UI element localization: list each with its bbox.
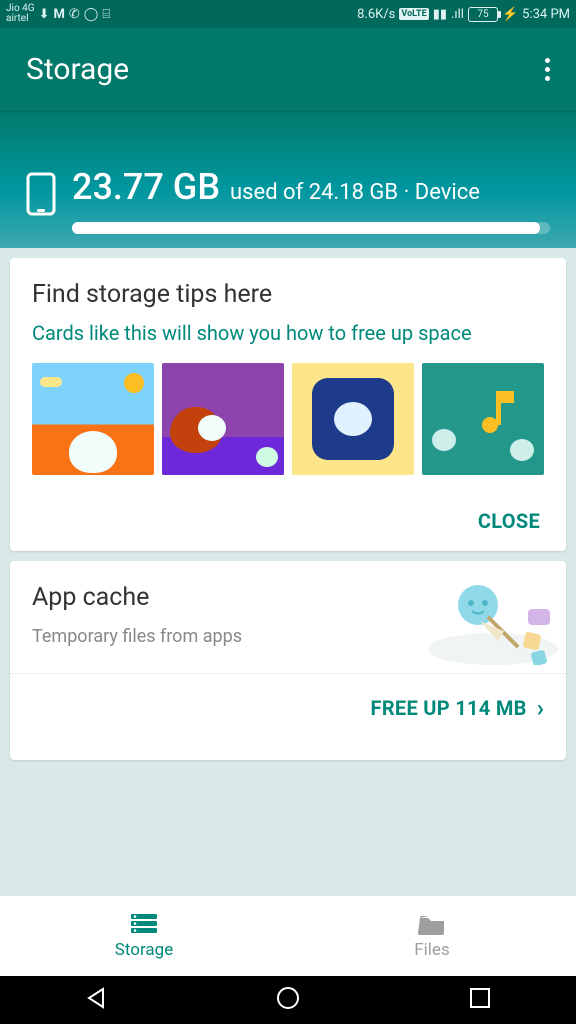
usage-progress-fill bbox=[72, 222, 540, 234]
back-button[interactable] bbox=[83, 985, 109, 1015]
signal-2-icon: .ıll bbox=[451, 7, 464, 22]
tips-title: Find storage tips here bbox=[32, 280, 544, 309]
circle-icon: ◯ bbox=[84, 7, 99, 22]
page-title: Storage bbox=[26, 52, 129, 87]
app-bar: Storage bbox=[0, 28, 576, 112]
tips-thumb-music bbox=[422, 363, 544, 475]
instagram-icon: ⌸ bbox=[102, 7, 110, 22]
m-icon: M bbox=[53, 7, 64, 22]
cache-illustration bbox=[428, 575, 558, 669]
overflow-menu-button[interactable] bbox=[545, 58, 550, 81]
nav-files-label: Files bbox=[414, 940, 449, 960]
whatsapp-icon: ✆ bbox=[69, 7, 80, 22]
download-icon: ⬇ bbox=[39, 7, 50, 22]
folder-icon bbox=[418, 912, 446, 936]
signal-1-icon: ▮▮ bbox=[433, 7, 447, 22]
home-button[interactable] bbox=[275, 985, 301, 1015]
tips-thumb-apps bbox=[292, 363, 414, 475]
chevron-right-icon: › bbox=[537, 694, 544, 722]
content-area: Find storage tips here Cards like this w… bbox=[0, 248, 576, 896]
status-bar: Jio 4G airtel ⬇ M ✆ ◯ ⌸ 8.6K/s VoLTE ▮▮ … bbox=[0, 0, 576, 28]
tips-subtitle: Cards like this will show you how to fre… bbox=[32, 321, 544, 345]
volte-badge: VoLTE bbox=[399, 8, 428, 20]
nav-storage[interactable]: Storage bbox=[0, 896, 288, 976]
used-value: 23.77 GB bbox=[72, 166, 220, 208]
charging-icon: ⚡ bbox=[502, 7, 518, 22]
storage-icon bbox=[129, 912, 159, 936]
cache-free-up-button[interactable]: FREE UP 114 MB bbox=[371, 696, 527, 720]
carrier-label: Jio 4G airtel bbox=[6, 4, 35, 24]
nav-storage-label: Storage bbox=[115, 940, 173, 960]
recents-button[interactable] bbox=[467, 985, 493, 1015]
tips-thumb-photos bbox=[32, 363, 154, 475]
tips-thumbnails bbox=[32, 363, 544, 475]
tips-close-button[interactable]: CLOSE bbox=[478, 509, 540, 533]
used-subtitle: used of 24.18 GB · Device bbox=[230, 180, 480, 205]
device-icon bbox=[26, 172, 56, 220]
tips-card: Find storage tips here Cards like this w… bbox=[10, 258, 566, 551]
battery-icon: 75 bbox=[468, 7, 498, 22]
clock: 5:34 PM bbox=[522, 7, 570, 22]
nav-files[interactable]: Files bbox=[288, 896, 576, 976]
net-speed: 8.6K/s bbox=[357, 7, 395, 22]
usage-progress-bar bbox=[72, 222, 550, 234]
tips-thumb-files bbox=[162, 363, 284, 475]
app-cache-card[interactable]: App cache Temporary files from apps FREE… bbox=[10, 561, 566, 760]
bottom-nav: Storage Files bbox=[0, 896, 576, 976]
android-nav-bar bbox=[0, 976, 576, 1024]
